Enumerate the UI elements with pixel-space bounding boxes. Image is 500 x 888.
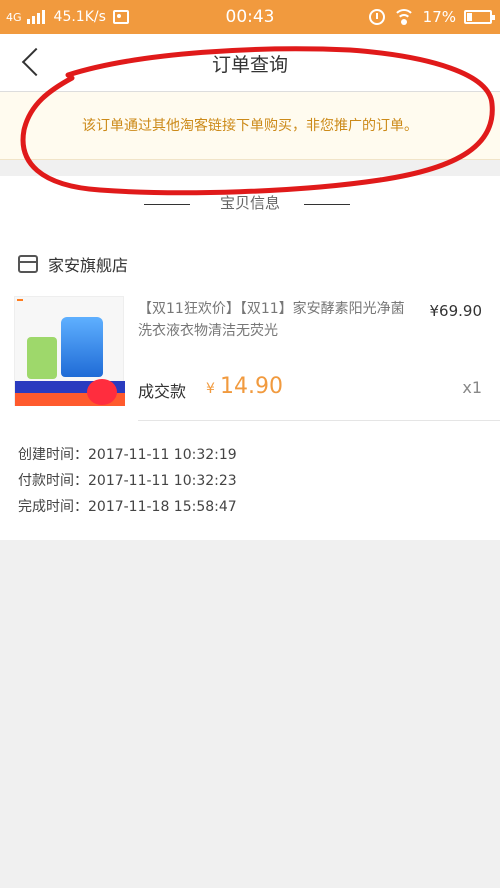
wifi-icon	[392, 9, 415, 25]
page-title: 订单查询	[211, 54, 288, 76]
paid-time: 付款时间：2017-11-11 10:32:23	[18, 473, 237, 489]
section-title: 宝贝信息	[219, 194, 280, 212]
deal-amount: 14.90	[220, 374, 283, 399]
unit-price: ¥69.90	[429, 302, 483, 320]
created-time: 创建时间：2017-11-11 10:32:19	[18, 447, 237, 463]
notice-text: 该订单通过其他淘客链接下单购买，非您推广的订单。	[82, 118, 418, 134]
currency-symbol: ¥	[206, 381, 215, 397]
order-times: 创建时间：2017-11-11 10:32:19 付款时间：2017-11-11…	[18, 442, 237, 520]
completed-time: 完成时间：2017-11-18 15:58:47	[18, 499, 237, 515]
promo-tag	[17, 299, 23, 301]
product-card: 宝贝信息 家安旗舰店 【双11狂欢价】【双11】家安酵素阳光净菌洗衣液衣物清洁无…	[0, 176, 500, 540]
product-title[interactable]: 【双11狂欢价】【双11】家安酵素阳光净菌洗衣液衣物清洁无荧光	[138, 298, 418, 342]
nav-header: 订单查询	[0, 34, 500, 92]
alarm-icon	[368, 9, 385, 25]
bottle-image	[61, 317, 103, 377]
product-divider	[138, 420, 500, 421]
deal-label: 成交款	[138, 382, 187, 401]
store-row[interactable]: 家安旗舰店	[18, 252, 128, 276]
battery-percent: 17%	[422, 8, 456, 26]
divider-right	[304, 204, 350, 205]
product-image[interactable]	[14, 296, 125, 406]
store-icon	[18, 255, 38, 273]
price-badge	[87, 379, 117, 405]
order-notice: 该订单通过其他淘客链接下单购买，非您推广的订单。	[0, 92, 500, 160]
store-name: 家安旗舰店	[48, 256, 129, 275]
battery-icon	[464, 10, 495, 24]
deal-price: ¥ 14.90	[206, 374, 283, 399]
status-bar: 4G 45.1K/s 00:43 17%	[0, 0, 500, 34]
refill-pack-image	[27, 337, 57, 379]
quantity: x1	[462, 378, 482, 397]
